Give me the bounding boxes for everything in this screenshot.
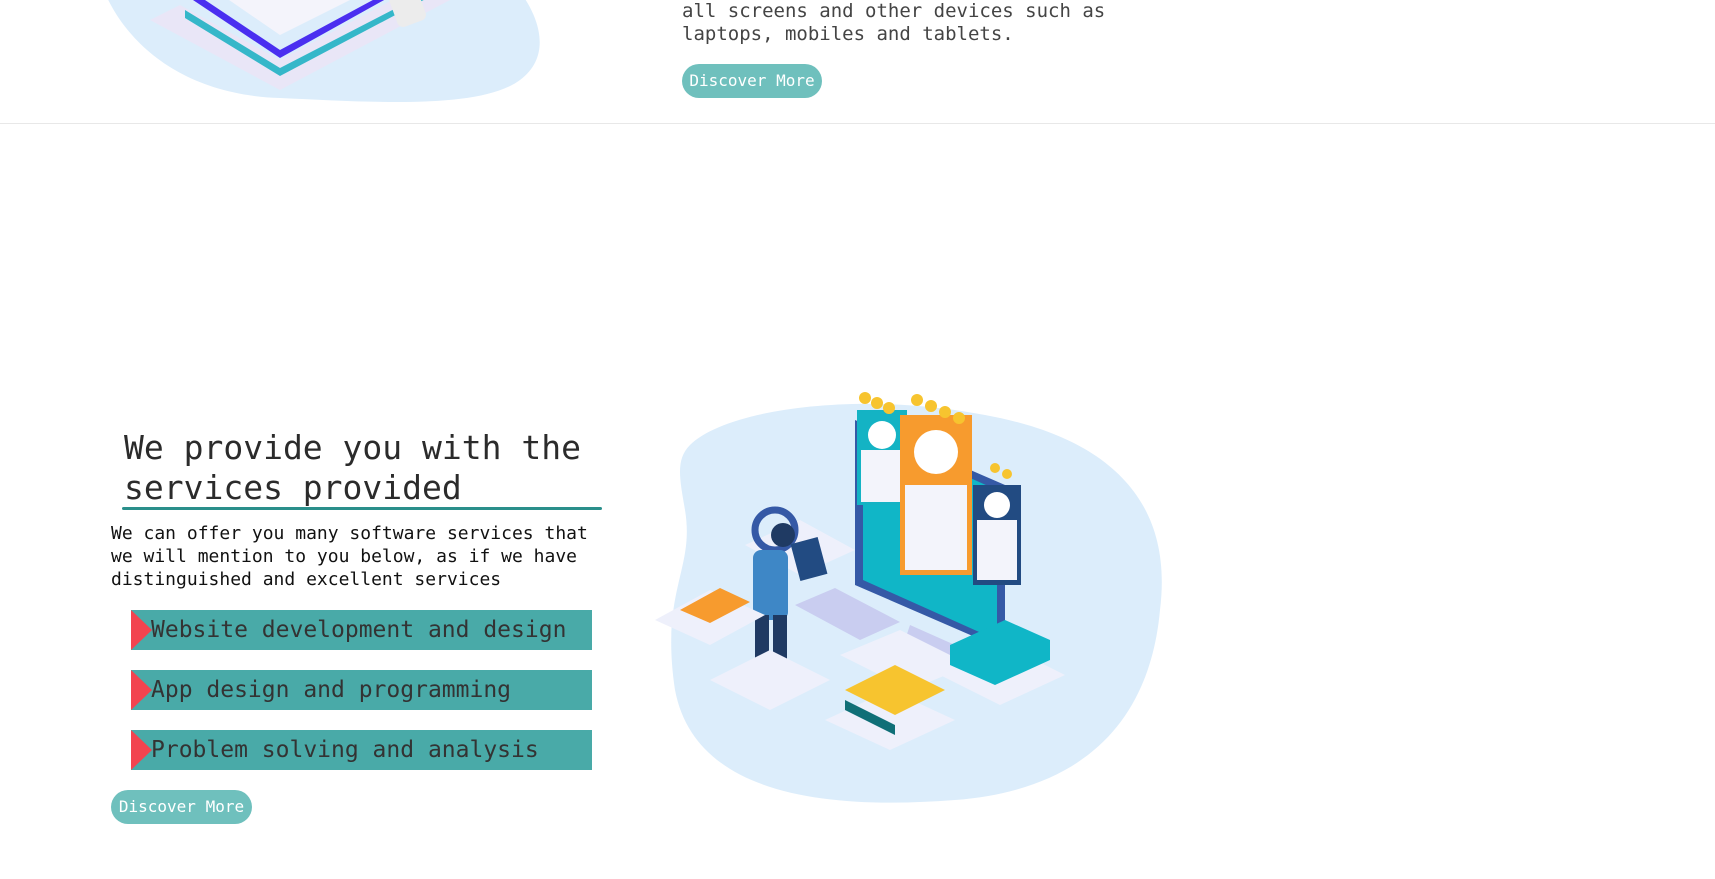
top-section-text: all screens and other devices such as la… (682, 0, 1106, 45)
profile-review-illustration (655, 392, 1162, 803)
service-item-label: Problem solving and analysis (151, 737, 539, 763)
top-discover-more-button[interactable]: Discover More (682, 64, 822, 98)
service-item-label: Website development and design (151, 617, 567, 643)
service-item: Problem solving and analysis (131, 730, 592, 770)
service-item: App design and programming (131, 670, 592, 710)
triangle-marker-icon (131, 670, 152, 710)
services-discover-more-button[interactable]: Discover More (111, 790, 252, 824)
isometric-stack-illustration (108, 0, 540, 103)
triangle-marker-icon (131, 730, 152, 770)
title-underline (122, 507, 602, 510)
triangle-marker-icon (131, 610, 152, 650)
service-item-label: App design and programming (151, 677, 512, 703)
services-description: We can offer you many software services … (111, 523, 588, 590)
section-divider (0, 123, 1715, 124)
service-item: Website development and design (131, 610, 592, 650)
services-title: We provide you with the services provide… (124, 428, 581, 507)
